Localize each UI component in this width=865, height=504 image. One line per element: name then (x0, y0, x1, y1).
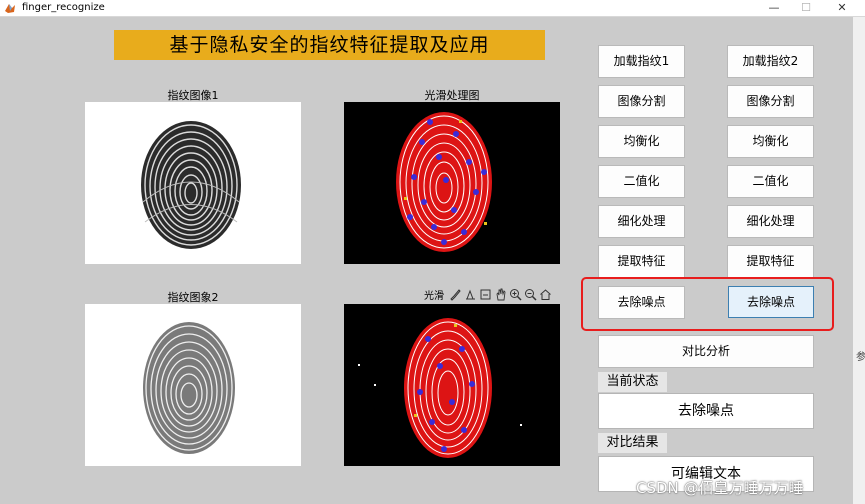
pan-hand-icon[interactable] (494, 288, 507, 301)
equalize-image1-button[interactable]: 均衡化 (598, 125, 685, 158)
compare-result-label: 对比结果 (598, 433, 667, 453)
current-status-label: 当前状态 (598, 372, 667, 392)
axes-toolbar-label: 光滑 (424, 290, 444, 302)
denoise-highlight-box (581, 277, 834, 331)
compare-analysis-button[interactable]: 对比分析 (598, 335, 814, 368)
app-banner-title: 基于隐私安全的指纹特征提取及应用 (114, 30, 545, 60)
window-titlebar: finger_recognize — ☐ ✕ (0, 0, 865, 17)
axes-toolbar: 光滑 (424, 287, 552, 302)
matlab-app-icon (5, 4, 15, 13)
zoom-in-icon[interactable] (509, 288, 522, 301)
smoothed-image-2[interactable] (344, 304, 560, 466)
home-icon[interactable] (539, 288, 552, 301)
extract-features2-button[interactable]: 提取特征 (727, 245, 814, 278)
fingerprint2-title: 指纹图象2 (167, 291, 219, 304)
extract-features1-button[interactable]: 提取特征 (598, 245, 685, 278)
minimize-button[interactable]: — (756, 0, 792, 16)
equalize-image2-button[interactable]: 均衡化 (727, 125, 814, 158)
load-fingerprint1-button[interactable]: 加载指纹1 (598, 45, 685, 78)
binarize-image2-button[interactable]: 二值化 (727, 165, 814, 198)
maximize-button[interactable]: ☐ (788, 0, 824, 16)
background-window-strip (853, 17, 865, 504)
smoothed-image-1[interactable] (344, 102, 560, 264)
save-icon[interactable] (479, 288, 492, 301)
segment-image1-button[interactable]: 图像分割 (598, 85, 685, 118)
zoom-out-icon[interactable] (524, 288, 537, 301)
current-status-field[interactable]: 去除噪点 (598, 393, 814, 429)
close-button[interactable]: ✕ (824, 0, 860, 16)
fingerprint2-image[interactable] (85, 304, 301, 466)
data-tip-icon[interactable] (464, 288, 477, 301)
background-window-text: 参 (856, 352, 865, 363)
csdn-watermark: CSDN @佰皇万睡万万睡 (636, 479, 804, 497)
binarize-image1-button[interactable]: 二值化 (598, 165, 685, 198)
fingerprint1-image[interactable] (85, 102, 301, 264)
brush-icon[interactable] (449, 288, 462, 301)
load-fingerprint2-button[interactable]: 加载指纹2 (727, 45, 814, 78)
window-title: finger_recognize (22, 2, 105, 13)
smooth-image-title: 光滑处理图 (424, 89, 480, 102)
fingerprint1-title: 指纹图像1 (167, 89, 219, 102)
segment-image2-button[interactable]: 图像分割 (727, 85, 814, 118)
thin-image1-button[interactable]: 细化处理 (598, 205, 685, 238)
thin-image2-button[interactable]: 细化处理 (727, 205, 814, 238)
